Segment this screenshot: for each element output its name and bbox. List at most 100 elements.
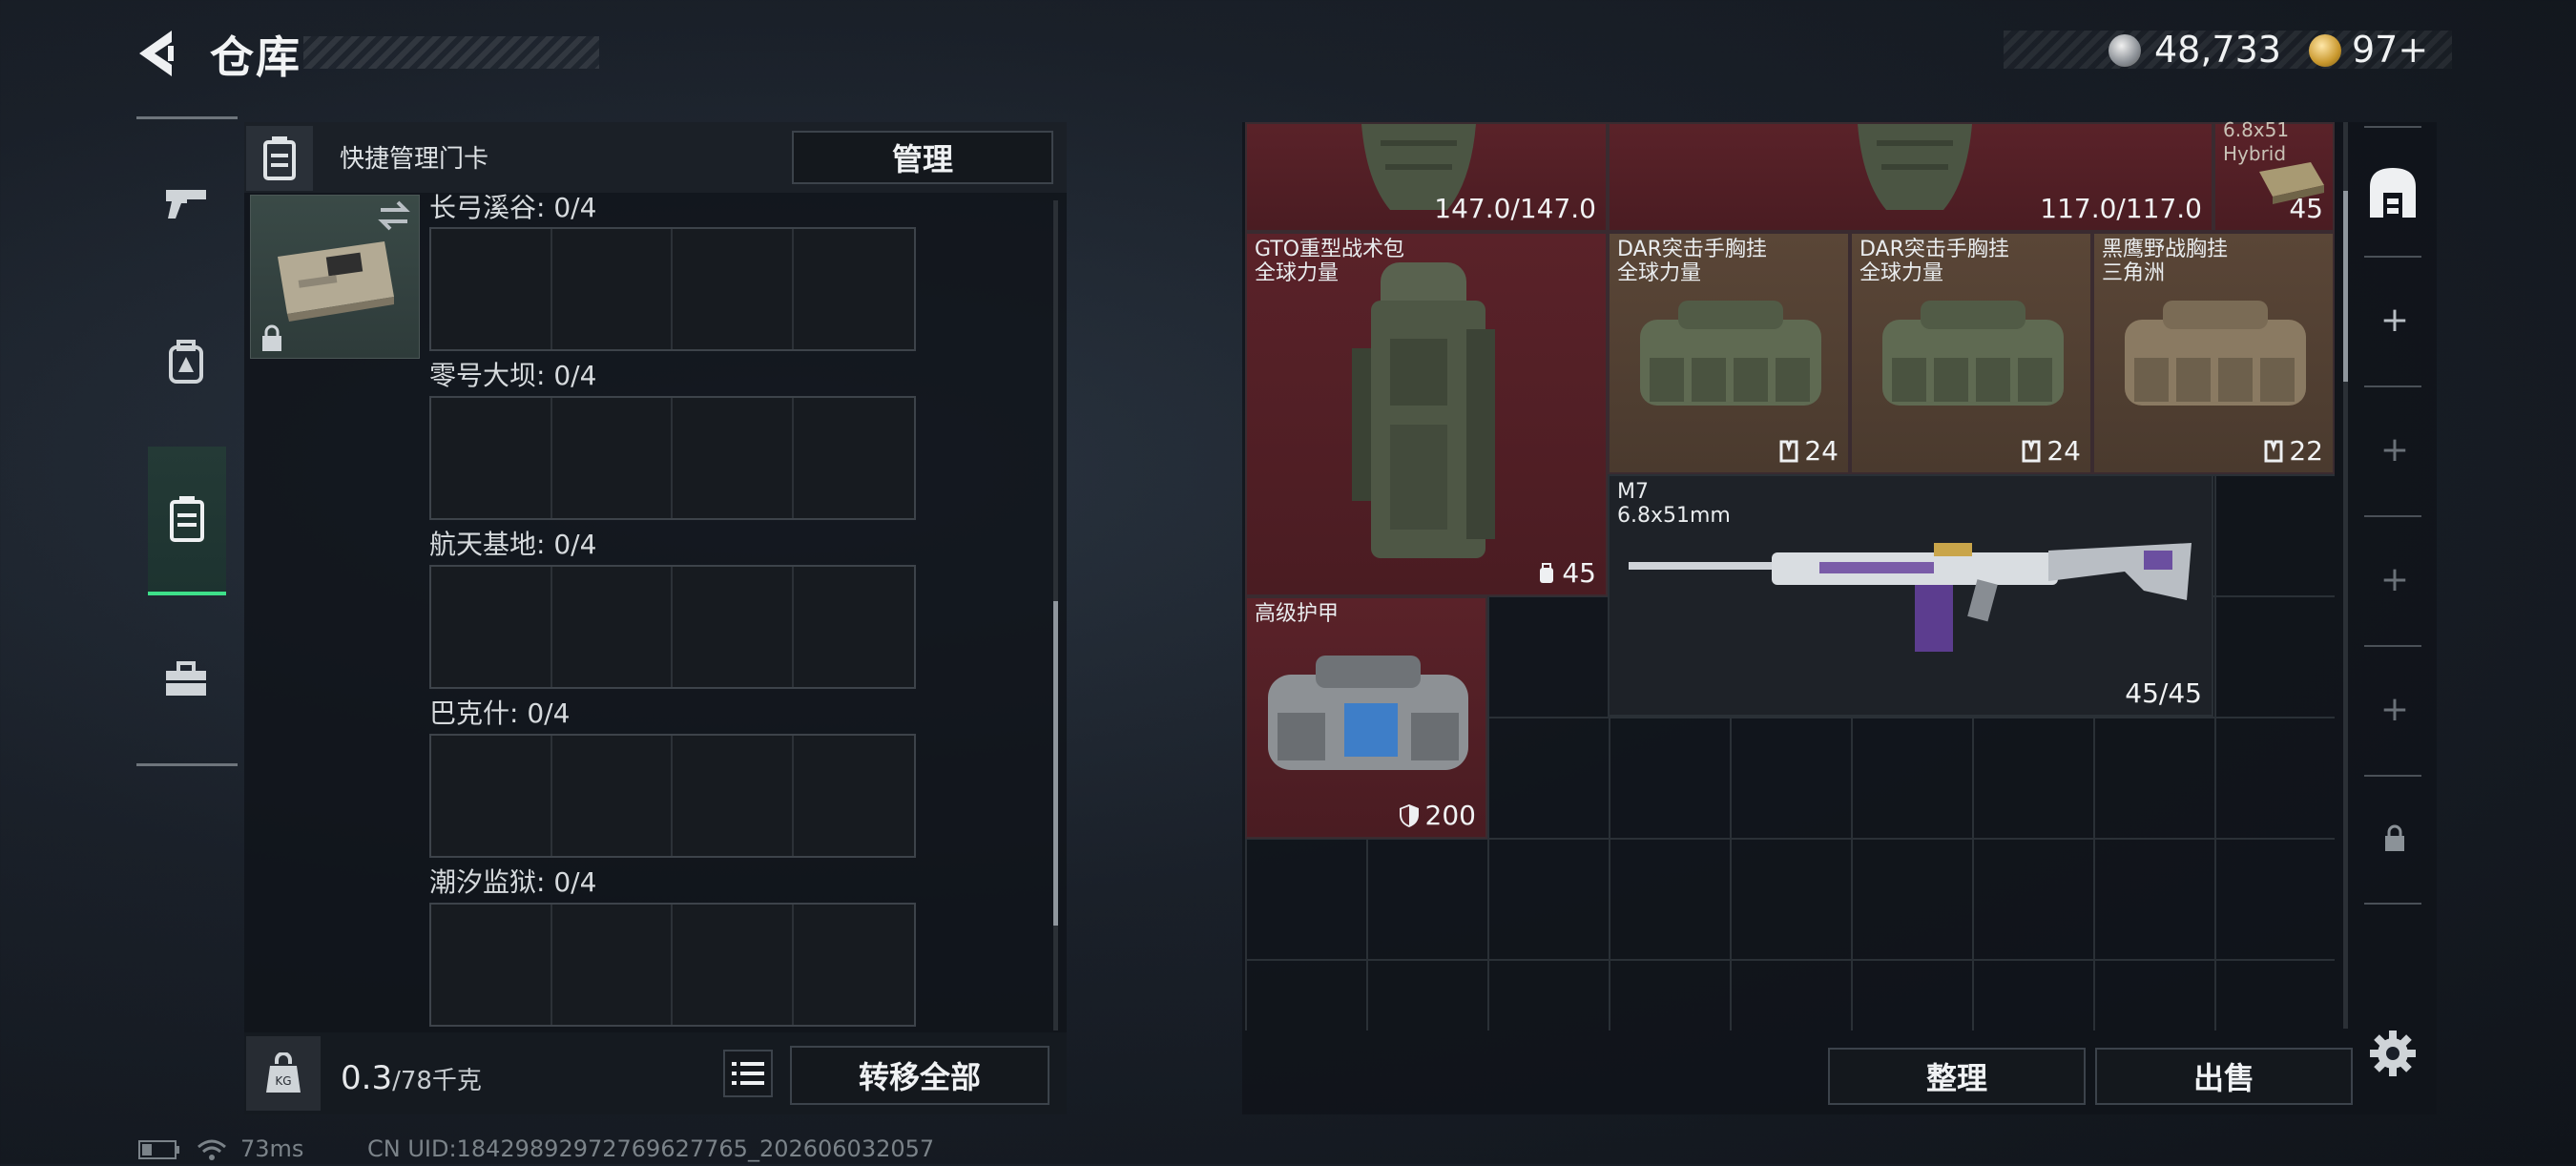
sort-button[interactable]: 整理 (1828, 1048, 2086, 1105)
keycard-slot-row[interactable] (429, 227, 916, 351)
durability-value: 117.0/117.0 (2040, 193, 2202, 224)
tab-divider (2364, 775, 2421, 777)
vest-capacity-icon (2022, 440, 2041, 462)
add-tab-plus-icon[interactable]: + (2376, 302, 2414, 340)
warehouse-tab-main[interactable] (2364, 164, 2421, 221)
warehouse-scrollbar-thumb[interactable] (2343, 191, 2348, 382)
room-label: 长弓溪谷: 0/4 (429, 192, 597, 223)
chest-rig-image (2125, 301, 2306, 406)
capacity-value: 22 (2264, 435, 2323, 467)
nav-top-divider (136, 116, 238, 119)
keycard-scrollbar-thumb[interactable] (1053, 601, 1058, 926)
add-tab-plus-icon[interactable]: + (2376, 691, 2414, 729)
nav-toolbox[interactable] (148, 637, 224, 723)
silver-currency-amount: 48,733 (2154, 29, 2281, 71)
vest-capacity-icon (1779, 440, 1798, 462)
toolbox-icon (166, 661, 206, 696)
capacity-number: 45 (1562, 557, 1596, 589)
keycard-header-icon (246, 126, 313, 191)
armor-item-image (1858, 124, 1972, 210)
keycard-slot-row[interactable] (429, 396, 916, 520)
pistol-icon (166, 190, 206, 219)
ammo-count: 45 (2289, 193, 2323, 224)
keycard-icon (263, 136, 296, 180)
ammo-value: 45/45 (2125, 677, 2202, 709)
chest-rig-image (1882, 301, 2064, 406)
item-name: 高级护甲 (1255, 602, 1340, 626)
nav-keycard[interactable] (148, 447, 226, 595)
svg-text:KG: KG (275, 1074, 291, 1088)
weight-readout: 0.3/78千克 (341, 1059, 482, 1097)
wifi-icon (197, 1137, 227, 1166)
tab-divider (2364, 256, 2421, 258)
page-title: 仓库 (210, 31, 301, 83)
swap-icon[interactable] (375, 197, 413, 233)
room-label: 航天基地: 0/4 (429, 529, 597, 560)
armor-item[interactable]: 147.0/147.0 (1245, 122, 1608, 232)
capacity-number: 24 (1804, 435, 1839, 467)
add-tab-plus-icon[interactable]: + (2376, 431, 2414, 469)
keycard-slot-row[interactable] (429, 734, 916, 858)
add-tab-plus-icon[interactable]: + (2376, 561, 2414, 599)
keycard-icon (170, 496, 204, 542)
weight-value: 0.3 (341, 1059, 393, 1097)
tab-divider (2364, 385, 2421, 387)
rifle-item[interactable]: M7 6.8x51mm 45/45 (1608, 474, 2213, 717)
settings-gear-icon[interactable] (2368, 1029, 2418, 1082)
silver-coin-icon (2109, 34, 2141, 67)
keycard-slot-row[interactable] (429, 903, 916, 1027)
vest-capacity-icon (2264, 440, 2283, 462)
chest-rig-image (1640, 301, 1821, 406)
nav-bottom-divider (136, 763, 238, 766)
vault-icon (2370, 168, 2416, 218)
item-name: DAR突击手胸挂 全球力量 (1617, 238, 1767, 285)
tab-divider (2364, 645, 2421, 647)
capacity-value: 24 (2022, 435, 2081, 467)
weight-max: /78千克 (392, 1067, 482, 1095)
shield-icon (1399, 803, 1419, 827)
back-button[interactable] (134, 27, 191, 80)
gold-coin-icon (2309, 34, 2341, 67)
capacity-number: 22 (2289, 435, 2323, 467)
sell-button[interactable]: 出售 (2095, 1048, 2353, 1105)
ammo-item[interactable]: 6.8x51 Hybrid 45 (2213, 118, 2335, 232)
locked-tab-lock-icon (2383, 824, 2406, 857)
gold-currency-amount[interactable]: 97+ (2352, 29, 2428, 71)
backpack-item[interactable]: GTO重型战术包 全球力量 45 (1245, 232, 1608, 596)
transfer-all-button[interactable]: 转移全部 (790, 1046, 1049, 1105)
chest-rig-item[interactable]: 黑鹰野战胸挂 三角洲 22 (2092, 232, 2335, 474)
backpack-capacity-icon (1540, 562, 1554, 583)
keycard-panel-title: 快捷管理门卡 (340, 145, 489, 174)
item-name: DAR突击手胸挂 全球力量 (1859, 238, 2009, 285)
list-view-button[interactable] (723, 1050, 773, 1097)
tab-divider (2364, 126, 2421, 128)
item-name: M7 6.8x51mm (1617, 480, 1731, 528)
durability-value: 147.0/147.0 (1434, 193, 1596, 224)
back-arrow-icon (139, 31, 174, 76)
battery-icon (138, 1139, 180, 1164)
armor-item[interactable]: 高级护甲 200 (1245, 596, 1487, 839)
armor-item[interactable]: 117.0/117.0 (1608, 122, 2213, 232)
chest-rig-item[interactable]: DAR突击手胸挂 全球力量 24 (1608, 232, 1850, 474)
weight-icon-box: KG (246, 1036, 321, 1111)
item-name: 黑鹰野战胸挂 三角洲 (2102, 238, 2229, 285)
room-label: 巴克什: 0/4 (429, 698, 571, 729)
capacity-value: 45 (1537, 557, 1596, 589)
tab-divider (2364, 515, 2421, 517)
chest-rig-item[interactable]: DAR突击手胸挂 全球力量 24 (1850, 232, 2092, 474)
tab-divider (2364, 903, 2421, 905)
lock-icon (260, 324, 283, 357)
weight-icon: KG (266, 1052, 301, 1093)
armor-vest-image (1268, 656, 1468, 770)
ping-readout: 73ms (240, 1135, 304, 1162)
nav-weapon[interactable] (148, 160, 224, 246)
room-label: 潮汐监狱: 0/4 (429, 866, 597, 898)
keycard-slot-row[interactable] (429, 565, 916, 689)
user-uid: CN UID:18429892972769627765_202606032057 (367, 1135, 935, 1162)
rifle-image (1629, 543, 2192, 652)
manage-button[interactable]: 管理 (792, 131, 1053, 184)
nav-equipment[interactable] (148, 320, 224, 406)
capacity-value: 24 (1779, 435, 1839, 467)
capacity-number: 24 (2046, 435, 2081, 467)
room-label: 零号大坝: 0/4 (429, 360, 597, 391)
